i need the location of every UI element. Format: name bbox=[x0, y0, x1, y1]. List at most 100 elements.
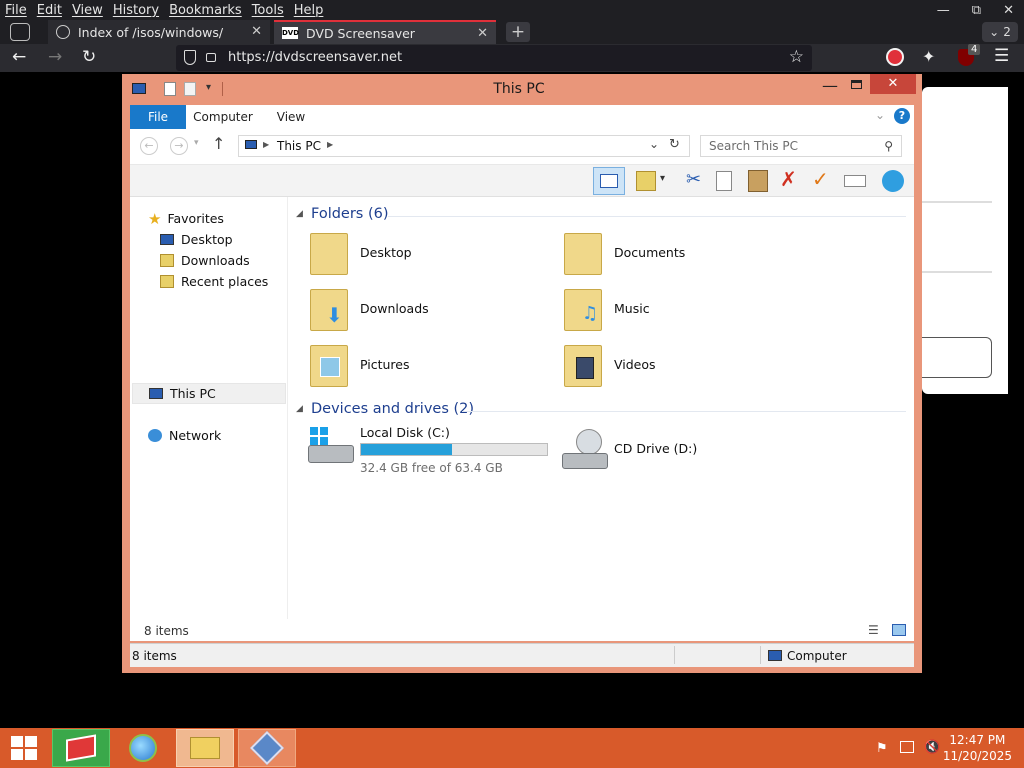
search-icon[interactable]: ⚲ bbox=[884, 139, 893, 153]
divider bbox=[674, 646, 675, 664]
chevron-down-icon[interactable]: ▾ bbox=[660, 173, 665, 184]
minimize-icon[interactable]: — bbox=[822, 76, 838, 95]
taskbar-app-browser[interactable] bbox=[114, 729, 172, 767]
menu-file[interactable]: File bbox=[0, 3, 32, 18]
copy-icon[interactable] bbox=[716, 171, 732, 191]
large-icons-view-icon[interactable] bbox=[892, 624, 906, 636]
folder-videos[interactable]: Videos bbox=[562, 341, 812, 391]
bookmark-star-icon[interactable]: ☆ bbox=[789, 47, 804, 67]
help-icon[interactable]: ? bbox=[894, 108, 910, 124]
window-status-bar: 8 items Computer bbox=[130, 643, 914, 667]
url-text[interactable]: https://dvdscreensaver.net bbox=[228, 50, 402, 65]
new-tab-button[interactable]: + bbox=[506, 22, 530, 42]
folder-pictures[interactable]: Pictures bbox=[308, 341, 558, 391]
drive-name: Local Disk (C:) bbox=[360, 425, 450, 440]
chevron-down-icon[interactable]: ⌄ bbox=[649, 137, 659, 151]
properties-icon[interactable] bbox=[636, 171, 656, 191]
recent-locations-icon[interactable]: ▾ bbox=[194, 138, 199, 148]
folder-downloads[interactable]: ⬇ Downloads bbox=[308, 285, 558, 335]
forward-icon[interactable]: → bbox=[48, 47, 62, 67]
maximize-icon[interactable] bbox=[851, 80, 862, 89]
menu-help[interactable]: Help bbox=[289, 3, 329, 18]
nav-favorites[interactable]: ★ Favorites bbox=[148, 208, 224, 229]
computer-icon bbox=[768, 650, 782, 661]
tab-list-button[interactable]: ⌄ 2 bbox=[982, 22, 1018, 42]
folder-music[interactable]: ♫ Music bbox=[562, 285, 812, 335]
tab-close-icon[interactable]: ✕ bbox=[251, 24, 262, 39]
tab-overview-icon[interactable] bbox=[10, 23, 30, 41]
shield-icon[interactable] bbox=[184, 50, 196, 65]
nav-recent-places[interactable]: Recent places bbox=[160, 271, 268, 292]
taskbar-clock[interactable]: 12:47 PM 11/20/2025 bbox=[943, 732, 1012, 764]
refresh-icon[interactable]: ↻ bbox=[669, 137, 680, 152]
ribbon-tab-file[interactable]: File bbox=[130, 105, 186, 129]
start-button[interactable] bbox=[0, 729, 48, 767]
menu-view[interactable]: View bbox=[67, 3, 108, 18]
ribbon-tab-computer[interactable]: Computer bbox=[192, 105, 254, 129]
address-bar[interactable]: ▶ This PC ▶ ⌄ ↻ bbox=[238, 135, 690, 157]
rename-icon[interactable]: ✓ bbox=[812, 167, 829, 191]
extension-icon[interactable] bbox=[886, 48, 904, 66]
preview-pane-icon[interactable] bbox=[593, 167, 625, 195]
puzzle-icon[interactable]: ✦ bbox=[922, 47, 935, 66]
url-bar[interactable]: https://dvdscreensaver.net ☆ bbox=[176, 45, 812, 71]
ribbon-tab-view[interactable]: View bbox=[266, 105, 316, 129]
back-icon[interactable]: ← bbox=[12, 47, 26, 67]
close-icon[interactable]: ✕ bbox=[1003, 3, 1014, 18]
taskbar-app-media[interactable] bbox=[52, 729, 110, 767]
folder-icon bbox=[564, 233, 602, 275]
volume-muted-icon[interactable]: 🔇 bbox=[924, 740, 940, 755]
devices-header[interactable]: Devices and drives (2) bbox=[311, 401, 474, 417]
restore-icon[interactable]: ⧉ bbox=[972, 3, 981, 18]
menu-bookmarks[interactable]: Bookmarks bbox=[164, 3, 247, 18]
explorer-titlebar[interactable]: ▾ This PC — ✕ bbox=[122, 74, 922, 104]
menu-edit[interactable]: Edit bbox=[32, 3, 67, 18]
details-view-icon[interactable]: ☰ bbox=[868, 623, 879, 637]
tab-close-icon[interactable]: ✕ bbox=[477, 26, 488, 41]
nav-desktop[interactable]: Desktop bbox=[160, 229, 233, 250]
paste-icon[interactable] bbox=[748, 170, 768, 192]
downloads-icon bbox=[160, 254, 174, 267]
search-input[interactable]: Search This PC ⚲ bbox=[700, 135, 902, 157]
back-icon[interactable]: ← bbox=[140, 137, 158, 155]
hard-drive-icon bbox=[308, 445, 354, 463]
web-input[interactable] bbox=[922, 337, 992, 378]
nav-network[interactable]: Network bbox=[148, 425, 221, 446]
drive-free-space: 32.4 GB free of 63.4 GB bbox=[360, 461, 503, 475]
collapse-icon[interactable]: ◢ bbox=[296, 404, 303, 414]
breadcrumb-separator[interactable]: ▶ bbox=[327, 140, 333, 149]
drive-local-disk-c[interactable]: Local Disk (C:) 32.4 GB free of 63.4 GB bbox=[308, 425, 558, 477]
taskbar-app-virtualbox[interactable] bbox=[238, 729, 296, 767]
hamburger-menu-icon[interactable]: ☰ bbox=[994, 46, 1009, 66]
tab-index-isos[interactable]: Index of /isos/windows/ ✕ bbox=[48, 20, 270, 44]
nav-label: Desktop bbox=[181, 232, 233, 247]
lock-icon[interactable] bbox=[206, 53, 216, 62]
collapse-icon[interactable]: ◢ bbox=[296, 209, 303, 219]
folder-documents[interactable]: Documents bbox=[562, 229, 812, 279]
up-icon[interactable]: ↑ bbox=[212, 134, 225, 153]
cut-icon[interactable]: ✂ bbox=[686, 169, 701, 190]
select-icon[interactable] bbox=[844, 175, 866, 187]
picture-icon bbox=[320, 357, 340, 377]
tab-dvd-screensaver[interactable]: DVD DVD Screensaver ✕ bbox=[274, 20, 496, 44]
menu-tools[interactable]: Tools bbox=[247, 3, 289, 18]
folder-desktop[interactable]: Desktop bbox=[308, 229, 558, 279]
menu-history[interactable]: History bbox=[108, 3, 164, 18]
nav-this-pc[interactable]: This PC bbox=[132, 383, 286, 404]
network-globe-icon[interactable] bbox=[882, 170, 904, 192]
delete-icon[interactable]: ✗ bbox=[780, 167, 797, 191]
reload-icon[interactable]: ↻ bbox=[82, 47, 96, 67]
window-close-button[interactable]: ✕ bbox=[870, 74, 916, 94]
minimize-icon[interactable]: — bbox=[937, 3, 950, 18]
nav-downloads[interactable]: Downloads bbox=[160, 250, 250, 271]
taskbar-app-file-explorer[interactable] bbox=[176, 729, 234, 767]
chevron-down-icon[interactable]: ⌄ bbox=[875, 108, 885, 122]
status-location: Computer bbox=[787, 649, 847, 663]
breadcrumb[interactable]: This PC bbox=[277, 139, 321, 153]
folder-label: Documents bbox=[614, 245, 686, 260]
drive-cd-d[interactable]: CD Drive (D:) bbox=[562, 425, 812, 477]
folders-header[interactable]: Folders (6) bbox=[311, 206, 389, 222]
forward-icon[interactable]: → bbox=[170, 137, 188, 155]
flag-icon[interactable]: ⚑ bbox=[876, 741, 888, 756]
network-status-icon[interactable] bbox=[900, 741, 914, 753]
